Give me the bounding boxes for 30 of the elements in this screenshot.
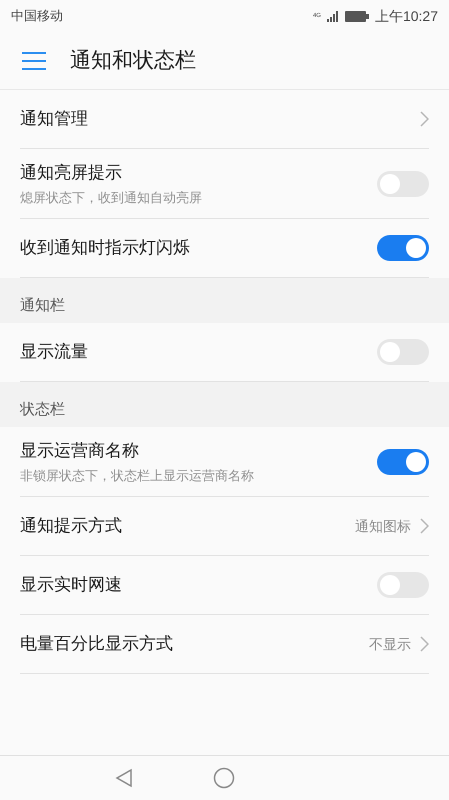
section-header: 状态栏 (20, 400, 65, 420)
back-icon[interactable] (115, 768, 133, 788)
setting-label: 显示流量 (20, 341, 89, 364)
chevron-icon (419, 636, 429, 652)
setting-label: 显示运营商名称 (20, 440, 140, 462)
chevron-icon (419, 111, 429, 127)
setting-label: 通知管理 (20, 108, 89, 130)
setting-value: 不显示 (369, 634, 411, 654)
setting-label: 通知亮屏提示 (20, 162, 123, 184)
toggle-switch[interactable] (377, 572, 429, 598)
carrier-name: 中国移动 (11, 7, 63, 26)
toggle-switch[interactable] (377, 448, 429, 474)
section-header: 通知栏 (20, 296, 65, 316)
setting-summary: 熄屏状态下，收到通知自动亮屏 (20, 188, 203, 206)
setting-label: 通知提示方式 (20, 515, 123, 538)
signal-icon (326, 10, 339, 22)
battery-icon (344, 10, 369, 22)
setting-summary: 非锁屏状态下，状态栏上显示运营商名称 (20, 466, 255, 484)
home-icon[interactable] (213, 767, 235, 789)
toggle-switch[interactable] (377, 170, 429, 196)
toggle-switch[interactable] (377, 235, 429, 261)
setting-label: 收到通知时指示灯闪烁 (20, 237, 191, 260)
toggle-switch[interactable] (377, 339, 429, 365)
setting-value: 通知图标 (355, 516, 411, 536)
chevron-icon (419, 518, 429, 534)
setting-label: 显示实时网速 (20, 574, 123, 596)
clock-time: 上午10:27 (374, 6, 438, 26)
setting-label: 电量百分比显示方式 (20, 633, 174, 656)
page-title: 通知和状态栏 (70, 48, 196, 74)
menu-icon[interactable] (22, 52, 46, 70)
